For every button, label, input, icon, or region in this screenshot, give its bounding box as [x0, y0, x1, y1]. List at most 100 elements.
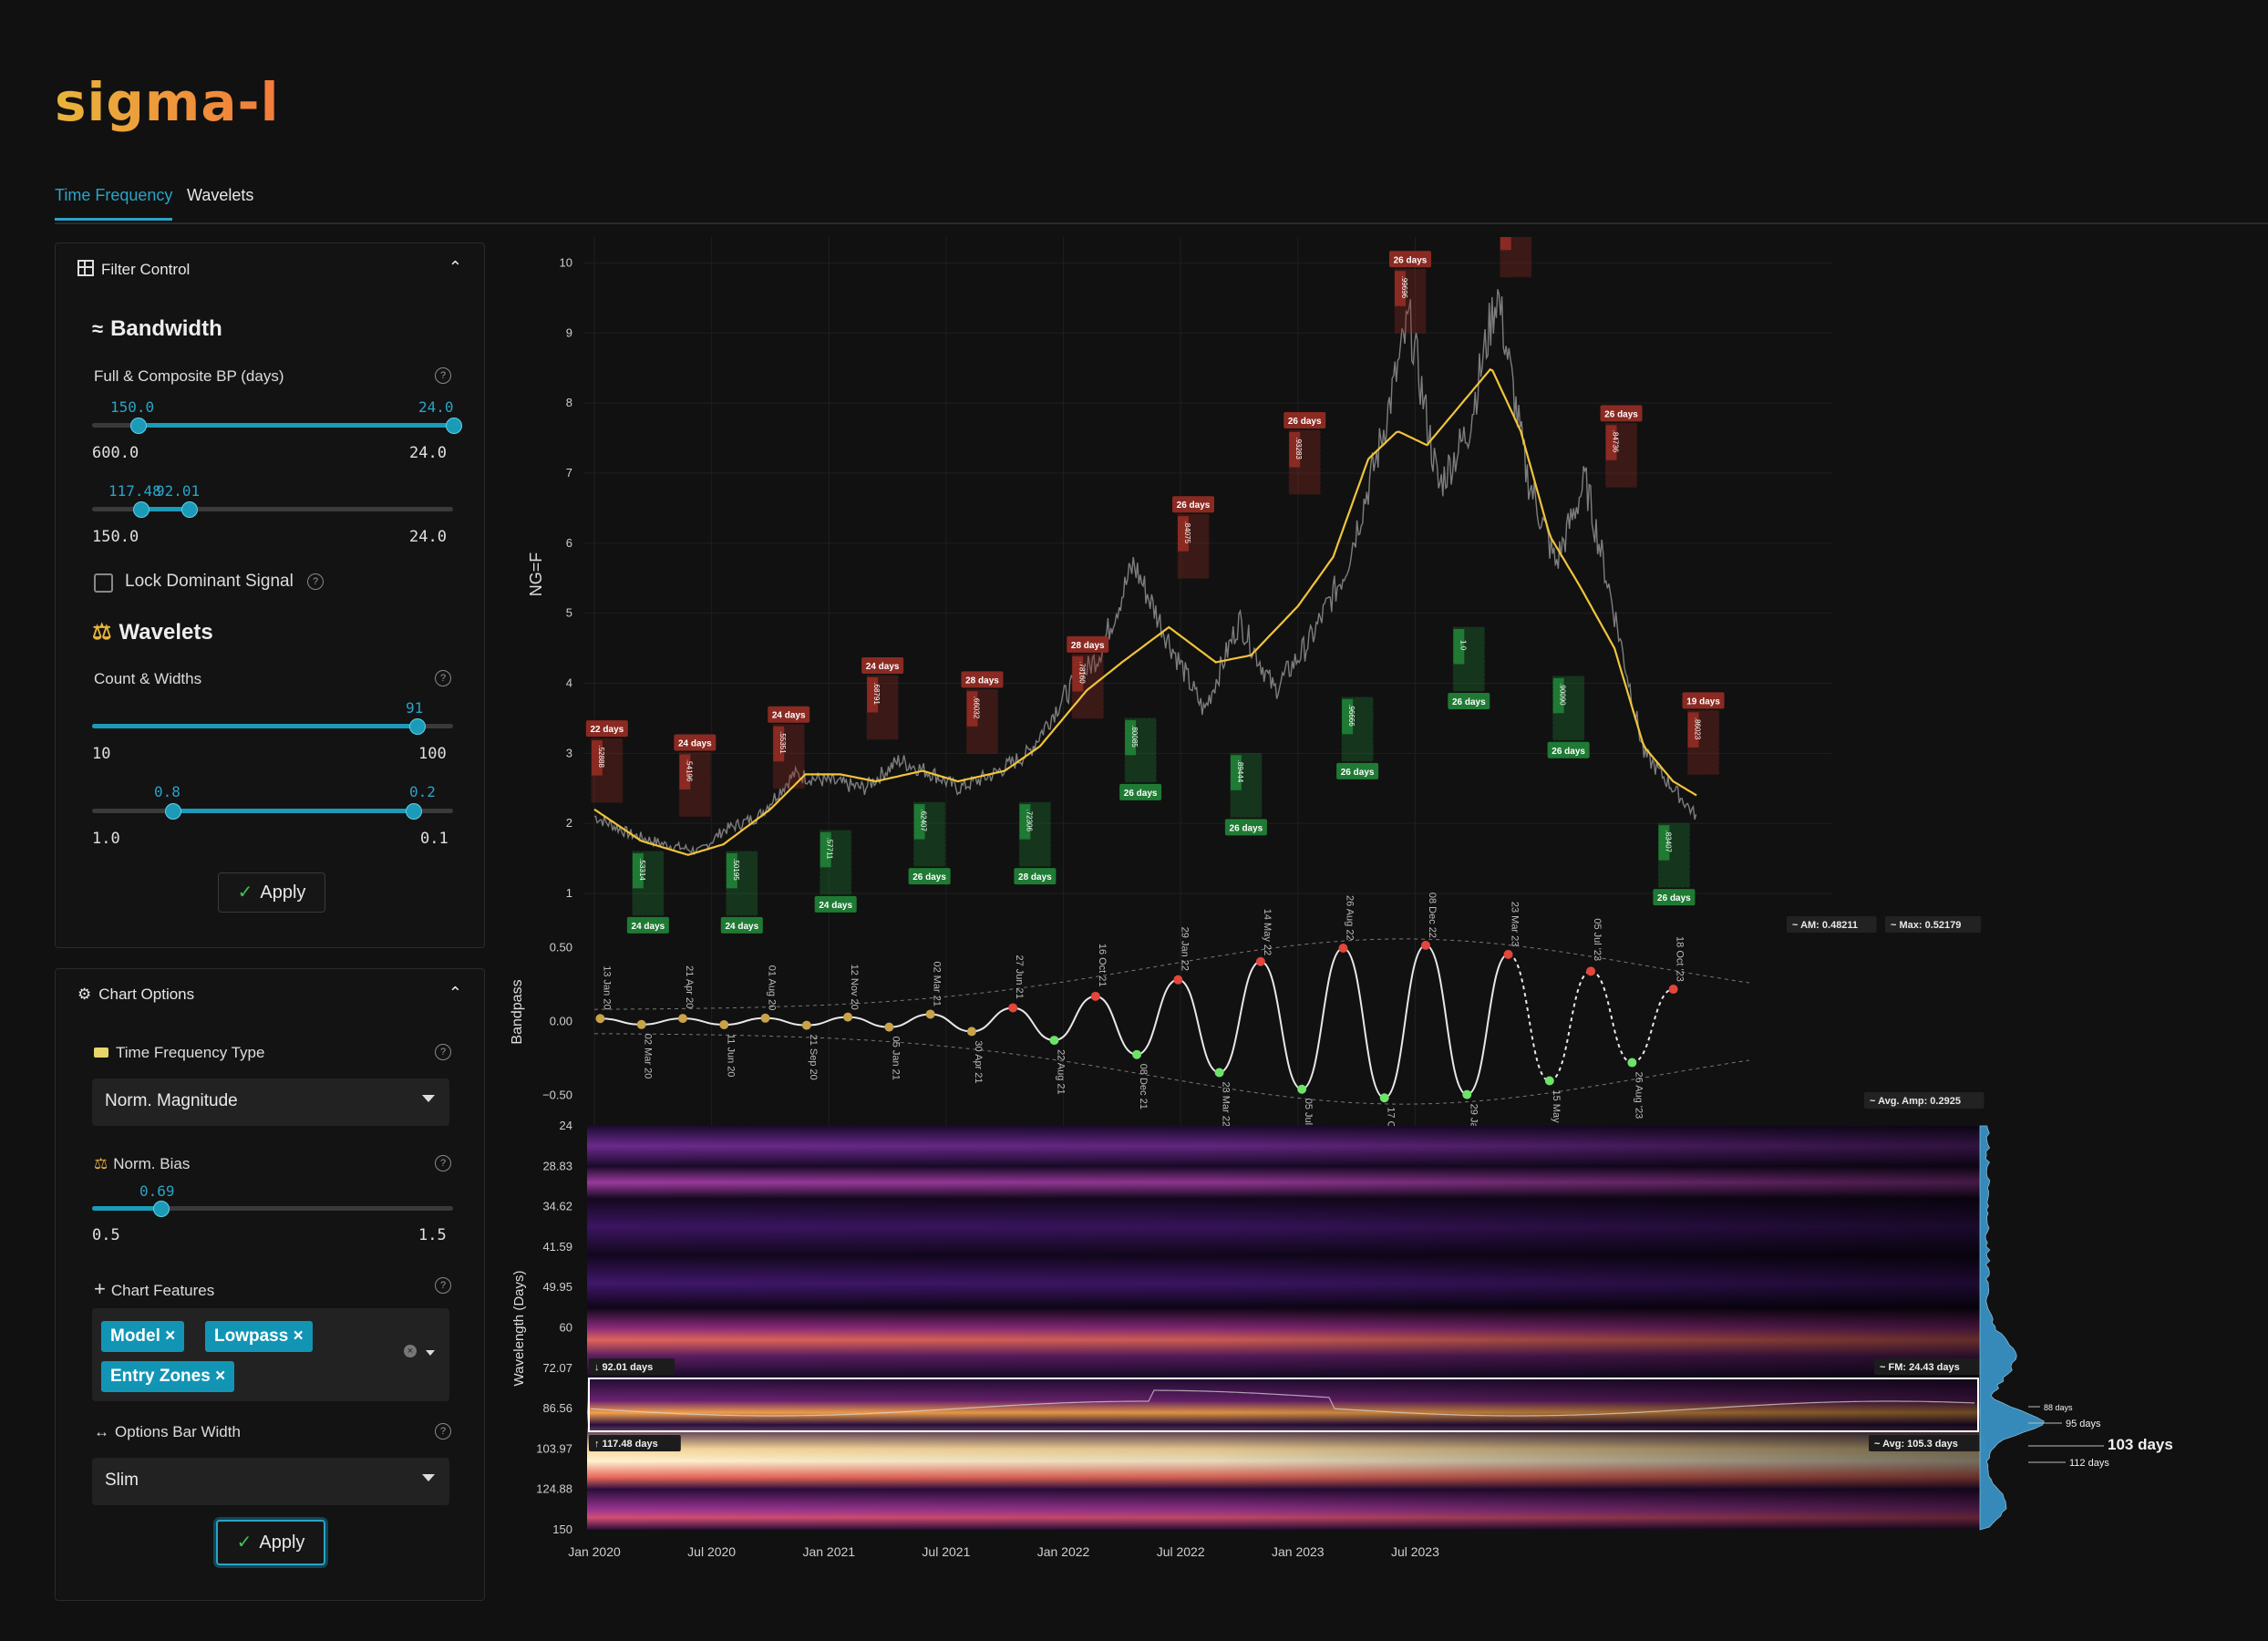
avg-amp-label: ~ Avg. Amp: 0.2925 [1864, 1092, 1984, 1109]
entry-zone-id: .78160 [1077, 661, 1086, 684]
entry-zone-id-bar [1500, 214, 1511, 251]
width-slider-handle-low[interactable] [165, 803, 181, 820]
chip-entry-zones[interactable]: Entry Zones × [101, 1361, 235, 1392]
entry-zone-label: 24 days [866, 662, 900, 672]
composite-range-slider[interactable] [92, 501, 453, 518]
entry-zone: .84075 26 days [1172, 496, 1215, 579]
entry-zone: 1.026 days [1494, 194, 1537, 278]
bandpass-peak-marker [925, 1009, 935, 1019]
composite-slider-handle-low[interactable] [133, 501, 149, 518]
collapse-chevron-icon[interactable]: ⌃ [448, 984, 462, 1003]
entry-zone-id: .52888 [597, 745, 605, 768]
chip-lowpass[interactable]: Lowpass × [205, 1321, 313, 1352]
tf-type-label: Time Frequency Type [94, 1044, 264, 1062]
bandpass-peak-marker [1668, 985, 1678, 995]
bandpass-date-label: 11 Jun 20 [725, 1034, 736, 1078]
help-icon[interactable]: ? [307, 573, 324, 590]
bandpass-date-label: 14 May 22 [1262, 909, 1273, 955]
help-icon[interactable]: ? [435, 1044, 451, 1060]
bias-slider-max: 1.5 [418, 1226, 447, 1244]
dropdown-caret-icon[interactable] [426, 1350, 435, 1356]
entry-zone-label: 19 days [1686, 697, 1720, 707]
chart-svg[interactable]: 1 2 3 4 5 6 7 8 9 10 NG=F .52888 22 days .53314 24 day… [510, 194, 2268, 1568]
width-slider-min: 1.0 [92, 830, 120, 848]
bp-slider-handle-high[interactable] [446, 418, 462, 434]
entry-zone-label: 24 days [772, 711, 806, 721]
chart-features-label-text: Chart Features [110, 1282, 215, 1299]
chip-lowpass-label: Lowpass [214, 1326, 289, 1346]
entry-zone-label: 28 days [1018, 872, 1052, 882]
tf-type-select[interactable]: Norm. Magnitude [92, 1079, 449, 1126]
bandpass-trough-marker [884, 1022, 894, 1032]
count-slider-min: 10 [92, 745, 111, 763]
composite-slider-handle-high[interactable] [181, 501, 198, 518]
entry-zone: .93283 26 days [1283, 412, 1326, 495]
entry-zone-label: 28 days [965, 676, 999, 686]
help-icon[interactable]: ? [435, 670, 451, 686]
x-tick-label: Jan 2020 [568, 1544, 621, 1559]
help-icon[interactable]: ? [435, 1155, 451, 1171]
lock-dominant-label: Lock Dominant Signal [125, 572, 294, 591]
options-apply-button[interactable]: ✓ Apply [216, 1520, 325, 1565]
lock-dominant-checkbox[interactable] [94, 573, 113, 593]
bandpass-date-label: 08 Dec 22 [1427, 893, 1438, 938]
entry-zone: .54196 24 days [674, 734, 716, 817]
help-icon[interactable]: ? [435, 1423, 451, 1440]
filter-control-title: Filter Control [101, 261, 191, 278]
x-tick-label: Jul 2020 [687, 1544, 736, 1559]
chip-model-label: Model [110, 1326, 160, 1346]
help-icon[interactable]: ? [435, 367, 451, 384]
bandpass-trough-marker [636, 1019, 646, 1029]
price-y-tick: 8 [566, 396, 572, 409]
clear-all-icon[interactable]: × [404, 1345, 417, 1357]
entry-zone-id: .90090 [1559, 683, 1567, 706]
close-icon[interactable]: × [165, 1326, 175, 1346]
entry-zone-id: .93283 [1294, 437, 1303, 459]
entry-zone-id: .72306 [1025, 809, 1033, 831]
count-slider[interactable] [92, 718, 453, 735]
bandpass-trough-marker [1214, 1068, 1224, 1078]
chip-model[interactable]: Model × [101, 1321, 185, 1352]
bp-range-slider[interactable] [92, 418, 462, 434]
close-icon[interactable]: × [215, 1367, 225, 1386]
filter-control-header[interactable]: Filter Control [77, 260, 190, 279]
filter-control-panel: Filter Control ⌃ ≈ Bandwidth Full & Compo… [55, 243, 485, 948]
bandpass-y-tick: 0.50 [550, 941, 572, 955]
bandpass-date-label: 13 Jan 20 [601, 965, 612, 1009]
bias-slider-handle[interactable] [153, 1201, 170, 1217]
entry-zone-id: .99696 [1400, 276, 1408, 299]
entry-zone-id: .96666 [1347, 704, 1356, 727]
norm-bias-label: ⚖ Norm. Bias [94, 1155, 190, 1173]
options-apply-label: Apply [259, 1533, 305, 1553]
entry-zone-id: .62407 [920, 809, 928, 831]
bp-slider-max: 24.0 [409, 444, 447, 462]
entry-zone: .83407 26 days [1653, 822, 1696, 906]
entry-zone-label: 22 days [591, 725, 624, 735]
avg-label-text: ~ Avg: 105.3 days [1874, 1439, 1958, 1450]
app-logo: sigma-l [55, 71, 280, 133]
filter-apply-button[interactable]: ✓ Apply [218, 872, 325, 913]
close-icon[interactable]: × [294, 1326, 304, 1346]
help-icon[interactable]: ? [435, 1277, 451, 1294]
wavelength-histogram [1979, 1125, 2045, 1531]
bp-slider-handle-low[interactable] [130, 418, 147, 434]
entry-zone-label: 28 days [1071, 641, 1105, 651]
width-slider-handle-high[interactable] [406, 803, 422, 820]
price-y-tick: 7 [566, 466, 572, 480]
tab-wavelets[interactable]: Wavelets [187, 186, 253, 218]
chart-features-multiselect[interactable]: Model × Lowpass × Entry Zones × × [92, 1308, 449, 1401]
entry-zone: .84736 26 days [1600, 405, 1643, 488]
width-range-slider[interactable] [92, 803, 453, 820]
spectrogram-y-tick: 34.62 [542, 1200, 572, 1213]
composite-slider-left-value: 117.48 [108, 482, 161, 500]
tab-time-frequency[interactable]: Time Frequency [55, 186, 173, 221]
bias-slider[interactable] [92, 1201, 453, 1217]
price-y-tick: 1 [566, 886, 572, 900]
lower-bound-label: ↑ 117.48 days [589, 1435, 681, 1451]
bar-width-select[interactable]: Slim [92, 1458, 449, 1505]
collapse-chevron-icon[interactable]: ⌃ [448, 258, 462, 277]
bandpass-peak-marker [843, 1012, 853, 1022]
count-slider-handle[interactable] [409, 718, 426, 735]
chart-options-header[interactable]: ⚙ Chart Options [77, 986, 194, 1004]
chart-features-label: + Chart Features [94, 1277, 214, 1301]
